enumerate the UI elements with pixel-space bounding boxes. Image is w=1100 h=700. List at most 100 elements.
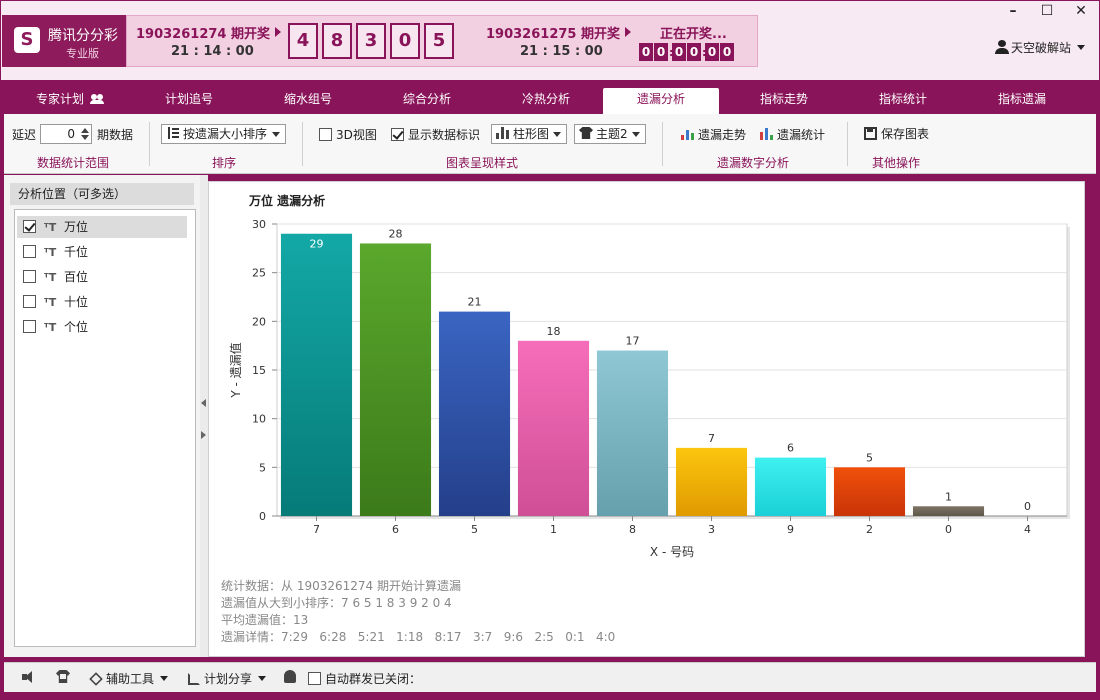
countdown-digit: 0: [687, 43, 701, 61]
data-label: 0: [1024, 500, 1031, 513]
draw-ball: 3: [356, 23, 386, 59]
draw-ball: 8: [322, 23, 352, 59]
x-tick-label: 8: [629, 523, 636, 536]
main-tabs: 专家计划 计划追号 缩水组号 综合分析 冷热分析 遗漏分析 指标走势 指标统计 …: [0, 80, 1100, 114]
show-labels-checkbox[interactable]: 显示数据标识: [391, 126, 480, 143]
stepper-up-icon[interactable]: [81, 128, 89, 133]
y-tick-label: 25: [252, 267, 266, 280]
shirt-icon: [56, 670, 70, 683]
delay-label: 延迟: [12, 128, 37, 142]
position-item-ge[interactable]: ᵀT 个位: [17, 316, 187, 338]
checkbox-icon: [23, 295, 36, 308]
bar-6: [359, 243, 432, 516]
y-tick-label: 0: [259, 510, 266, 523]
x-tick-label: 7: [313, 523, 320, 536]
omission-bar-chart: 0510152025302972862151811787369521004万位 …: [228, 193, 1070, 559]
omission-stats-button[interactable]: 遗漏统计: [760, 126, 825, 143]
group-label-digit: 遗漏数字分析: [717, 156, 790, 170]
user-icon: [994, 40, 1009, 54]
chevron-down-icon: [553, 132, 561, 137]
data-label: 17: [626, 335, 640, 348]
y-tick-label: 30: [252, 218, 266, 231]
save-chart-button[interactable]: 保存图表: [864, 125, 929, 142]
share-icon: [188, 673, 200, 685]
tab-indicator-stats[interactable]: 指标统计: [845, 88, 961, 114]
chevron-down-icon: [160, 676, 169, 681]
tab-hot-cold-analysis[interactable]: 冷热分析: [488, 88, 604, 114]
bar-1: [517, 340, 590, 516]
stats-average-line: 平均遗漏值：13: [221, 613, 309, 627]
y-axis-title: Y - 遗漏值: [228, 342, 243, 398]
close-button[interactable]: ✕: [1069, 3, 1093, 21]
delay-stepper[interactable]: 0: [40, 124, 92, 144]
sound-button[interactable]: [22, 670, 36, 684]
y-tick-label: 15: [252, 364, 266, 377]
text-size-icon: ᵀT: [44, 221, 57, 234]
tab-expert-plan[interactable]: 专家计划: [12, 88, 128, 114]
bar-2: [833, 467, 906, 516]
checkbox-icon: [23, 270, 36, 283]
user-menu[interactable]: 天空破解站: [994, 39, 1085, 56]
current-issue: 1903261274 期开奖: [136, 23, 281, 42]
checkbox-icon: [23, 220, 36, 233]
panel-splitter[interactable]: [200, 175, 208, 657]
trend-chart-icon: [681, 128, 695, 140]
y-tick-label: 5: [259, 461, 266, 474]
tab-plan-chase[interactable]: 计划追号: [131, 88, 247, 114]
position-item-shi[interactable]: ᵀT 十位: [17, 291, 187, 313]
tab-overall-analysis[interactable]: 综合分析: [369, 88, 485, 114]
toolbar-divider: [149, 122, 150, 166]
bar-7: [280, 233, 353, 516]
omission-trend-button[interactable]: 遗漏走势: [681, 126, 746, 143]
y-tick-label: 20: [252, 315, 266, 328]
data-label: 28: [389, 227, 403, 240]
position-item-wan[interactable]: ᵀT 万位: [17, 216, 187, 238]
toolbar-divider: [847, 122, 848, 166]
theme-select[interactable]: 主题2: [574, 124, 646, 144]
app-logo-icon: S: [14, 27, 40, 53]
checkbox-icon: [23, 245, 36, 258]
tab-omission-analysis[interactable]: 遗漏分析: [603, 88, 719, 114]
y-tick-label: 10: [252, 413, 266, 426]
stepper-down-icon[interactable]: [81, 135, 89, 140]
tab-indicator-trend[interactable]: 指标走势: [726, 88, 842, 114]
play-arrow-icon: [274, 27, 281, 37]
app-title: 腾讯分分彩: [48, 28, 118, 44]
skin-button[interactable]: [56, 670, 70, 684]
next-draw-time: 21 : 15 : 00: [520, 44, 603, 59]
checkbox-icon: [391, 128, 404, 141]
sort-select[interactable]: 按遗漏大小排序: [161, 124, 286, 144]
bar-9: [754, 457, 827, 516]
share-menu[interactable]: 计划分享: [188, 670, 267, 687]
chevron-down-icon: [632, 132, 640, 137]
position-item-qian[interactable]: ᵀT 千位: [17, 241, 187, 263]
delay-value: 0: [67, 127, 75, 141]
position-item-bai[interactable]: ᵀT 百位: [17, 266, 187, 288]
x-tick-label: 9: [787, 523, 794, 536]
app-edition: 专业版: [66, 47, 99, 60]
notification-button[interactable]: [284, 670, 296, 684]
tab-indicator-omission[interactable]: 指标遗漏: [964, 88, 1080, 114]
data-label: 21: [468, 296, 482, 309]
countdown-digit: 0: [705, 43, 719, 61]
view3d-checkbox[interactable]: 3D视图: [319, 126, 377, 143]
stats-summary: 统计数据：从 1903261274 期开始计算遗漏 遗漏值从大到小排序：7 6 …: [221, 578, 615, 646]
auto-group-send-checkbox[interactable]: 自动群发已关闭：: [308, 670, 421, 687]
chart-type-select[interactable]: 柱形图: [491, 124, 567, 144]
analysis-position-panel: 分析位置（可多选） ᵀT 万位 ᵀT 千位 ᵀT 百位 ᵀT 十位 ᵀT 个位: [4, 175, 200, 657]
expand-right-icon[interactable]: [201, 431, 206, 439]
shirt-icon: [579, 127, 593, 139]
tab-shrink-group[interactable]: 缩水组号: [250, 88, 366, 114]
countdown-digit: 0: [639, 43, 653, 61]
minimize-button[interactable]: –: [1001, 3, 1025, 21]
data-label: 1: [945, 490, 952, 503]
countdown-digit: 0: [720, 43, 734, 61]
maximize-button[interactable]: ☐: [1035, 3, 1059, 21]
next-issue: 1903261275 期开奖: [486, 23, 631, 42]
draw-ball: 0: [390, 23, 420, 59]
tools-menu[interactable]: 辅助工具: [89, 670, 169, 687]
sort-icon: [166, 127, 180, 139]
collapse-left-icon[interactable]: [201, 399, 206, 407]
bar-5: [438, 311, 511, 516]
app-logo: S 腾讯分分彩 专业版: [2, 15, 126, 67]
